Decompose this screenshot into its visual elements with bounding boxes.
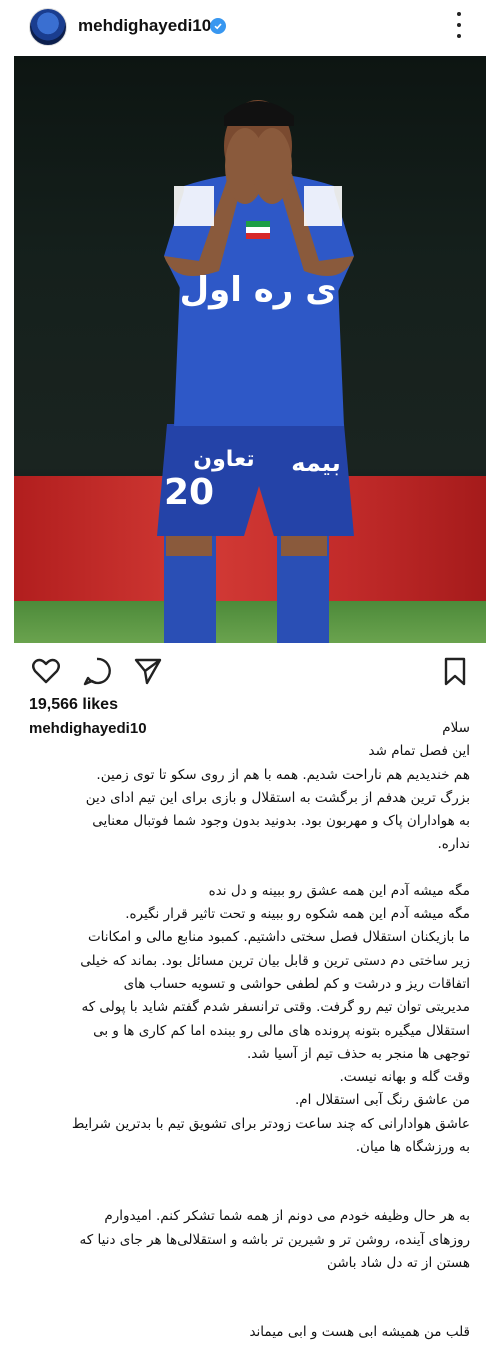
bookmark-icon[interactable] [440, 656, 470, 686]
caption-line: مگه میشه آدم این همه عشق رو ببینه و دل ن… [208, 882, 470, 899]
caption-line: بزرگ ترین هدفم از برگشت به استقلال و باز… [85, 789, 470, 806]
caption-line: مدیریتی توان تیم رو گرفت. وقتی ترانسفر ش… [81, 999, 470, 1016]
caption-line [10, 1182, 470, 1205]
caption-line: هم خندیدیم هم ناراحت شدیم. همه با هم از … [96, 766, 470, 783]
shorts-sponsor-text: بیمه [291, 449, 340, 477]
verified-badge-icon [210, 18, 226, 34]
shorts-text: تعاون [193, 447, 254, 472]
caption-line [10, 1298, 470, 1321]
post-header: mehdighayedi10 [0, 0, 500, 56]
share-icon[interactable] [133, 656, 163, 686]
caption-line: به هر حال وظیفه خودم می دونم از همه شما … [104, 1208, 470, 1225]
post-photo[interactable]: ی ره اول تعاون بیمه 20 [14, 56, 486, 643]
comment-icon[interactable] [82, 656, 112, 686]
shorts-number: 20 [164, 472, 214, 513]
caption-line: وقت گله و بهانه نیست. [339, 1069, 470, 1086]
post-caption: سلام این فصل تمام شد هم خندیدیم هم ناراحت … [10, 717, 470, 1345]
caption-line: مگه میشه آدم این همه شکوه رو ببینه و تحت… [125, 906, 470, 923]
caption-line: به هواداران پاک و مهربون بود. بدونید بدو… [92, 813, 470, 830]
caption-line [10, 857, 470, 880]
caption-line: قلب من همیشه ابی هست و ابی میماند [249, 1324, 470, 1341]
likes-count[interactable]: 19,566 likes [29, 696, 118, 714]
caption-line: من عاشق رنگ آبی استقلال ام. [294, 1092, 470, 1109]
caption-line: این فصل تمام شد [368, 743, 470, 760]
player-figure: ی ره اول تعاون بیمه 20 [157, 100, 354, 643]
caption-line: توجهی ها منجر به حذف تیم از آسیا شد. [246, 1045, 470, 1062]
more-options-icon[interactable] [452, 12, 466, 38]
caption-line: سلام [442, 720, 470, 736]
caption-line: هستن از ته دل شاد باشن [327, 1254, 470, 1271]
action-bar [0, 650, 500, 690]
caption-line: ما بازیکنان استقلال فصل سختی داشتیم. کمب… [87, 929, 470, 946]
caption-line: نداره. [437, 836, 470, 853]
caption-line: عاشق هوادارانی که چند ساعت زودتر برای تش… [71, 1115, 470, 1132]
post-username[interactable]: mehdighayedi10 [78, 16, 211, 36]
avatar[interactable] [29, 8, 67, 46]
caption-line: استقلال میگیره بتونه پرونده های مالی رو … [93, 1022, 470, 1039]
caption-line: روزهای آینده، روشن تر و شیرین تر باشه و … [79, 1231, 470, 1248]
caption-line [10, 1159, 470, 1182]
chest-logo-text: ی ره اول [180, 270, 337, 310]
caption-line: به ورزشگاه ها میان. [355, 1139, 470, 1156]
heart-icon[interactable] [31, 656, 61, 686]
caption-line: اتفاقات ریز و درشت و کم لطفی حواشی و تسو… [123, 975, 470, 992]
caption-line: زیر ساختی دم دستی ترین و قابل بیان ترین … [80, 952, 470, 969]
